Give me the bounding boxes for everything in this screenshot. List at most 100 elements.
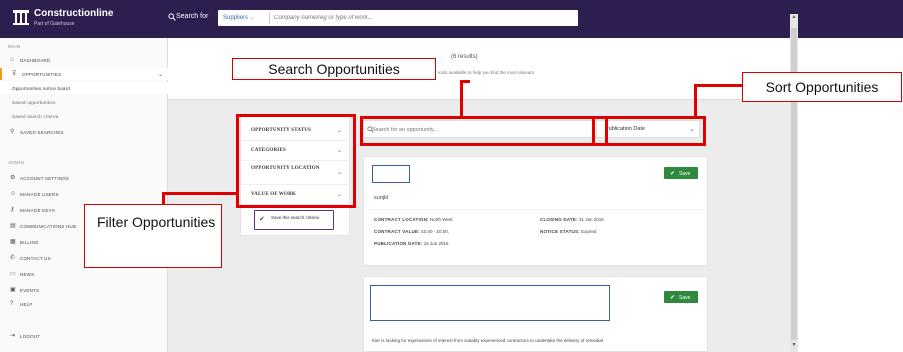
chat-icon: ▤ [10,223,16,229]
scrollbar[interactable]: ▲ ▼ [790,14,798,352]
opportunity-name: sunjkl [374,195,389,201]
meta-label: CONTRACT VALUE: [374,229,420,234]
meta-value: North West [430,217,453,222]
sidebar-item-manage-users[interactable]: ☺ MANAGE USERS [0,188,168,200]
sidebar-item-label: NEWS [20,271,35,277]
page-description: tools available to help you find the mos… [438,70,535,75]
meta-label: PUBLICATION DATE: [374,241,423,246]
sidebar-item-events[interactable]: ▣ EVENTS [0,284,168,296]
save-search-label: Save this search criteria [271,215,320,220]
meta-label: CLOSING DATE: [540,217,578,222]
notice-status: NOTICE STATUS: Expired [540,229,596,234]
sidebar-item-label: MANAGE KEYS [20,207,55,213]
constructionline-logo-icon [13,10,29,25]
sidebar-item-label: EVENTS [20,287,40,293]
opportunity-card[interactable]: ✔ Save Kier is looking for expressions o… [363,276,708,352]
meta-label: CONTRACT LOCATION: [374,217,429,222]
sidebar-item-label: LOGOUT [20,333,41,339]
meta-label: NOTICE STATUS: [540,229,580,234]
meta-value: Expired [581,229,597,234]
brand-name: Constructionline [34,8,114,19]
sidebar-item-help[interactable]: ? HELP [0,298,168,310]
chevron-down-icon: ⌄ [158,72,164,78]
sort-highlight-box [592,116,706,146]
save-search-criteria-button[interactable]: ✔ Save this search criteria [254,210,334,230]
sidebar-item-saved-search-criteria[interactable]: Saved search criteria [0,110,168,122]
sidebar-item-saved-searches[interactable]: ⚲ SAVED SEARCHES [0,126,168,138]
scroll-up-icon[interactable]: ▲ [790,14,798,24]
meta-value: £0.00 - £0.00, [421,229,449,234]
sidebar-item-saved-opportunities[interactable]: Saved opportunities [0,96,168,108]
sidebar-item-label: DASHBOARD [20,57,51,63]
filter-icon: ⊽ [12,71,17,77]
sidebar-item-logout[interactable]: ⇥ LOGOUT [0,330,168,342]
global-search-box: Suppliers ⌄ [218,10,578,26]
logout-icon: ⇥ [10,333,16,339]
filter-connector [162,192,165,204]
news-icon: ▭ [10,271,16,277]
filter-highlight-box [236,114,356,208]
phone-icon: ✆ [10,255,16,261]
sidebar-section-main: MAIN [8,44,21,49]
brand-subtitle: Part of Gatehouse [34,21,75,27]
sidebar-item-label: COMMUNICATIONS HUB [20,223,77,229]
sidebar-item-dashboard[interactable]: ⌂ DASHBOARD [0,54,168,66]
sidebar-item-news[interactable]: ▭ NEWS [0,268,168,280]
save-label: Save [679,170,691,177]
sidebar-item-notice-board[interactable]: Opportunities notice board [0,82,168,94]
sidebar-item-opportunities[interactable]: ⊽ OPPORTUNITIES ⌄ [0,68,168,80]
brand[interactable]: Constructionline Part of Gatehouse [12,6,162,32]
annotation-sort-opportunities: Sort Opportunities [742,72,902,102]
sidebar-item-label: HELP [20,301,33,307]
checkmark-icon: ✔ [670,294,676,301]
save-opportunity-button[interactable]: ✔ Save [664,291,698,303]
users-icon: ☺ [10,191,17,197]
sidebar-item-label: SAVED SEARCHES [20,129,64,135]
save-opportunity-button[interactable]: ✔ Save [664,167,698,179]
sidebar-item-label: MANAGE USERS [20,191,59,197]
divider [370,209,702,210]
checkmark-icon: ✔ [670,170,676,177]
meta-value: 16 Jun 2016 [423,241,449,246]
sidebar-item-label: CONTACT US [20,255,51,261]
sidebar-item-label: Opportunities notice board [12,85,70,91]
search-category-select[interactable]: Suppliers ⌄ [220,12,270,24]
sidebar-section-admin: ADMIN [8,160,24,165]
sidebar-item-account-settings[interactable]: ⚙ ACCOUNT SETTINGS [0,172,168,184]
closing-date: CLOSING DATE: 31 Jan 2016 [540,217,604,222]
key-icon: ⚷ [10,207,15,213]
home-icon: ⌂ [10,57,14,63]
sidebar: MAIN ⌂ DASHBOARD ⊽ OPPORTUNITIES ⌄ Oppor… [0,38,168,352]
opportunity-description: Kier is looking for expressions of inter… [372,338,603,343]
sort-connector [694,84,742,87]
contract-value: CONTRACT VALUE: £0.00 - £0.00, [374,229,449,234]
search-for-label: Search for [176,13,209,20]
annotation-filter-opportunities: Filter Opportunities [84,204,222,268]
publication-date: PUBLICATION DATE: 16 Jun 2016 [374,241,449,246]
top-bar: Constructionline Part of Gatehouse Searc… [0,0,903,38]
scroll-down-icon[interactable]: ▼ [790,342,798,352]
company-logo [372,165,410,183]
sidebar-item-label: OPPORTUNITIES [22,71,62,77]
search-category-value: Suppliers [223,15,249,21]
contract-location: CONTRACT LOCATION: North West [374,217,452,222]
results-count: (6 results) [451,54,478,60]
save-label: Save [679,294,691,301]
checkmark-icon: ✔ [259,216,265,223]
search-icon: ⚲ [10,129,15,135]
opportunity-card[interactable]: ✔ Save sunjkl CONTRACT LOCATION: North W… [363,156,708,266]
search-icon [168,13,176,21]
sidebar-item-label: Saved opportunities [12,99,56,105]
billing-icon: ▦ [10,239,16,245]
sort-connector [694,84,697,116]
global-search-input[interactable] [274,12,574,24]
annotation-search-opportunities: Search Opportunities [232,58,436,80]
company-logo [370,285,610,321]
help-icon: ? [10,301,14,307]
filter-connector [162,192,238,195]
meta-value: 31 Jan 2016 [579,217,604,222]
chevron-down-icon: ⌄ [249,15,255,21]
calendar-icon: ▣ [10,287,16,293]
search-connector [460,80,463,116]
sidebar-item-label: ACCOUNT SETTINGS [20,175,70,181]
